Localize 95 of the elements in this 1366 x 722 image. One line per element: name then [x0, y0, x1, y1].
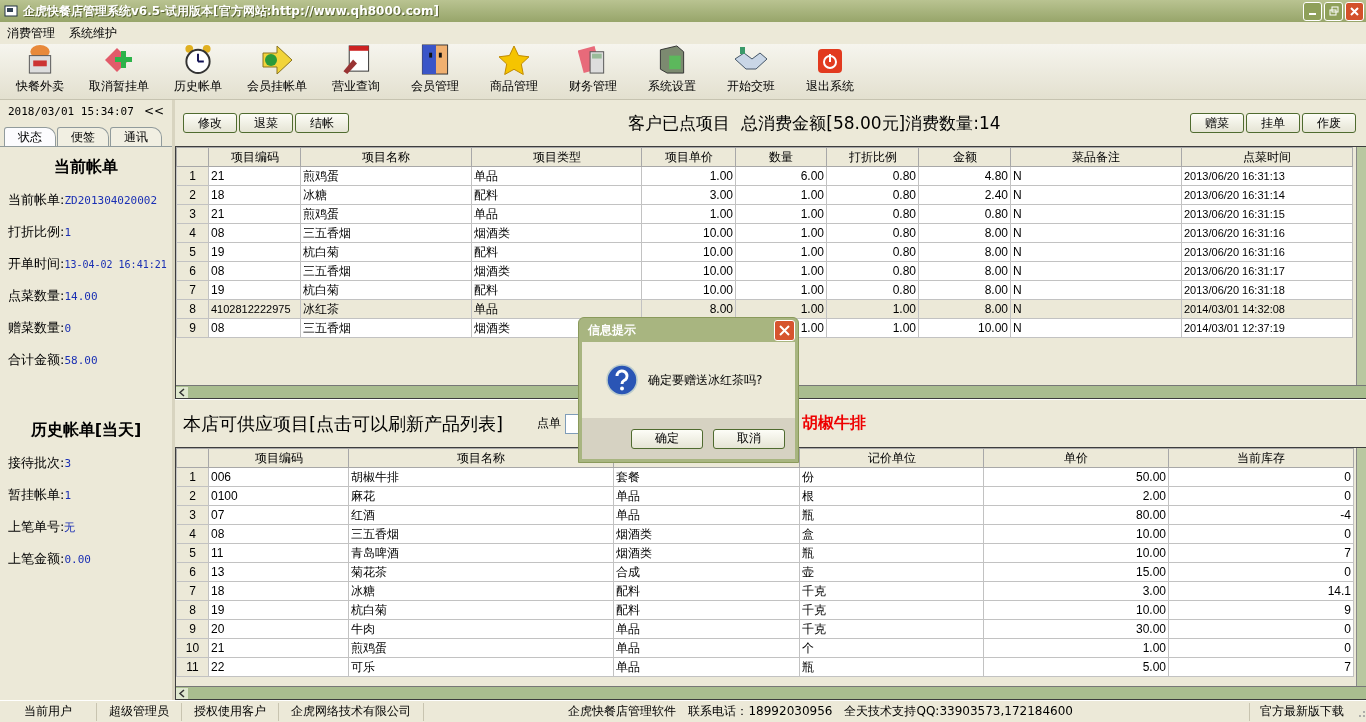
- action-button[interactable]: 挂单: [1246, 113, 1300, 133]
- field-label: 接待批次:: [8, 454, 65, 472]
- action-button[interactable]: 修改: [183, 113, 237, 133]
- field-label: 打折比例:: [8, 223, 65, 241]
- order-summary: 客户已点项目 总消费金额[58.00元]消费数量:14: [627, 111, 1001, 135]
- scroll-left-icon[interactable]: [176, 687, 188, 699]
- alarm-clock-icon: [182, 44, 213, 75]
- column-header[interactable]: 金额: [918, 147, 1011, 167]
- section-title[interactable]: 本店可供应项目[点击可以刷新产品列表]: [183, 411, 504, 436]
- field-value: 1: [64, 488, 71, 502]
- column-header[interactable]: 打折比例: [826, 147, 919, 167]
- close-icon: [1350, 6, 1359, 16]
- field-label: 点单: [537, 415, 562, 432]
- toolbar-button[interactable]: 财务管理: [553, 44, 632, 99]
- column-header[interactable]: 项目编码: [208, 448, 349, 468]
- column-header[interactable]: 记价单位: [799, 448, 984, 468]
- close-button[interactable]: [774, 319, 795, 341]
- column-header[interactable]: 点菜时间: [1181, 147, 1353, 167]
- column-header[interactable]: 菜品备注: [1010, 147, 1182, 167]
- field-label: 点菜数量:: [8, 287, 65, 305]
- toolbar-button[interactable]: 取消暂挂单: [79, 44, 158, 99]
- dialog-title: 信息提示: [588, 321, 636, 339]
- close-button[interactable]: [1345, 1, 1364, 21]
- field-label: 暂挂帐单:: [8, 486, 65, 504]
- restore-icon: [1328, 6, 1339, 16]
- field-value: 0: [64, 321, 71, 335]
- field-value: 13-04-02 16:41:21: [64, 258, 167, 270]
- toolbar-button[interactable]: 会员管理: [395, 44, 474, 99]
- status-text: 当前用户: [0, 702, 97, 721]
- column-header[interactable]: 项目编码: [208, 147, 301, 167]
- face-icon: [420, 44, 449, 75]
- current-item: 胡椒牛排: [802, 413, 867, 434]
- menu-item[interactable]: 系统维护: [69, 24, 117, 42]
- section-title: 历史帐单[当天]: [29, 420, 143, 441]
- tab[interactable]: 便签: [57, 127, 109, 146]
- tab[interactable]: 状态: [4, 127, 56, 146]
- column-header[interactable]: 项目名称: [300, 147, 472, 167]
- field-label: 当前帐单:: [8, 191, 65, 209]
- star-icon: [497, 45, 530, 75]
- action-button[interactable]: 赠菜: [1190, 113, 1244, 133]
- toolbar-button[interactable]: 历史帐单: [158, 44, 237, 99]
- column-header[interactable]: 数量: [735, 147, 827, 167]
- download-link[interactable]: 官方最新版下载: [1249, 702, 1354, 721]
- action-button[interactable]: 作废: [1302, 113, 1356, 133]
- field-value: 14.00: [64, 289, 98, 303]
- field-value: 58.00: [64, 353, 98, 367]
- status-text: 超级管理员: [97, 702, 182, 721]
- minimize-button[interactable]: [1303, 1, 1322, 21]
- field-label: 赠菜数量:: [8, 319, 65, 337]
- action-button[interactable]: 结帐: [295, 113, 349, 133]
- field-label: 合计金额:: [8, 351, 65, 369]
- field-label: 上笔单号:: [8, 518, 65, 536]
- date-time: 2018/03/01 15:34:07: [8, 104, 134, 118]
- column-header[interactable]: 项目类型: [471, 147, 642, 167]
- status-text: 联系电话：18992030956: [687, 703, 834, 720]
- field-label: 上笔金额:: [8, 550, 65, 568]
- toolbar-button[interactable]: 营业查询: [316, 44, 395, 99]
- field-label: 开单时间:: [8, 255, 65, 273]
- column-header[interactable]: 项目单价: [641, 147, 736, 167]
- column-header[interactable]: 当前库存: [1168, 448, 1354, 468]
- toolbar-button[interactable]: 系统设置: [632, 44, 711, 99]
- field-value: 1: [64, 225, 71, 239]
- column-header[interactable]: 单价: [983, 448, 1169, 468]
- dialog-button[interactable]: 取消: [713, 428, 785, 449]
- restore-button[interactable]: [1324, 1, 1343, 21]
- vertical-scrollbar[interactable]: [1356, 147, 1366, 385]
- question-icon: [606, 364, 638, 396]
- scroll-left-icon[interactable]: [176, 386, 188, 398]
- toolbar-button[interactable]: 商品管理: [474, 44, 553, 99]
- arrow-icon: [260, 45, 293, 75]
- toolbar-button[interactable]: 开始交班: [711, 44, 790, 99]
- status-text: 企虎快餐店管理软件: [567, 703, 678, 720]
- dialog-button[interactable]: 确定: [631, 428, 703, 449]
- power-icon: [815, 47, 844, 75]
- menu-item[interactable]: 消费管理: [7, 24, 55, 42]
- vertical-scrollbar[interactable]: [1356, 448, 1366, 686]
- toolbar-button[interactable]: 快餐外卖: [0, 44, 79, 99]
- status-text: 全天技术支持QQ:33903573,172184600: [843, 703, 1074, 720]
- field-value: 0.00: [64, 552, 91, 566]
- app-icon: [4, 4, 18, 18]
- close-icon: [779, 324, 790, 336]
- tab[interactable]: 通讯: [110, 127, 162, 146]
- status-text: 授权使用客户: [182, 702, 279, 721]
- collapse-button[interactable]: <<: [143, 104, 164, 118]
- field-value: 3: [64, 456, 71, 470]
- action-button[interactable]: 退菜: [239, 113, 293, 133]
- status-text: 企虎网络技术有限公司: [279, 702, 424, 721]
- toolbar-button[interactable]: 退出系统: [790, 44, 869, 99]
- field-value: 无: [64, 519, 76, 535]
- horizontal-scrollbar[interactable]: [176, 686, 1366, 699]
- section-title: 当前帐单: [53, 157, 119, 178]
- toolbar-button[interactable]: 会员挂帐单: [237, 44, 316, 99]
- field-value: ZD201304020002: [64, 193, 158, 207]
- window-title: 企虎快餐店管理系统v6.5-试用版本[官方网站:http://www.qh8000.com]: [23, 2, 439, 20]
- dialog-message: 确定要赠送冰红茶吗?: [648, 371, 763, 389]
